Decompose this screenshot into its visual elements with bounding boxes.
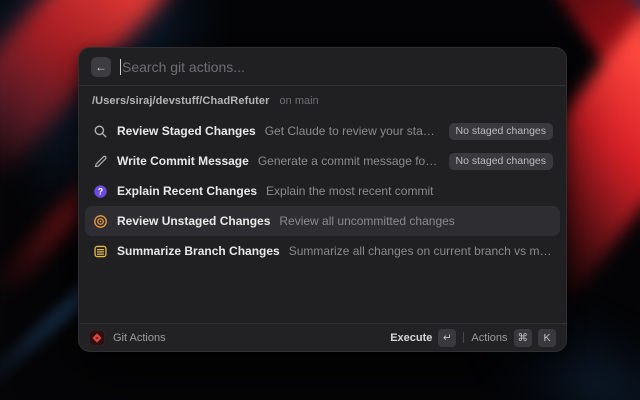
list-square-icon bbox=[92, 243, 108, 259]
back-arrow-icon: ← bbox=[95, 59, 107, 74]
action-list: Review Staged Changes Get Claude to revi… bbox=[79, 114, 566, 266]
list-item-write-commit[interactable]: Write Commit Message Generate a commit m… bbox=[85, 146, 560, 176]
action-title: Review Unstaged Changes bbox=[117, 214, 271, 228]
list-item-review-staged[interactable]: Review Staged Changes Get Claude to revi… bbox=[85, 116, 560, 146]
action-title: Summarize Branch Changes bbox=[117, 244, 280, 258]
execute-button[interactable]: Execute ↵ bbox=[390, 328, 457, 347]
list-item-summarize-branch[interactable]: Summarize Branch Changes Summarize all c… bbox=[85, 236, 560, 266]
action-subtitle: Generate a commit message for staged cha… bbox=[257, 154, 440, 168]
command-palette-window: ← /Users/siraj/devstuff/ChadRefuter on m… bbox=[78, 47, 567, 352]
footer-bar: Git Actions Execute ↵ Actions ⌘ K bbox=[79, 323, 566, 351]
extension-name: Git Actions bbox=[113, 331, 166, 344]
execute-label: Execute bbox=[390, 331, 433, 344]
search-bar: ← bbox=[79, 48, 566, 86]
k-key-icon: K bbox=[538, 328, 556, 347]
repo-path: /Users/siraj/devstuff/ChadRefuter bbox=[92, 95, 270, 107]
magnifier-icon bbox=[92, 123, 108, 139]
svg-text:?: ? bbox=[97, 186, 102, 196]
cmd-key-icon: ⌘ bbox=[513, 328, 532, 347]
target-icon bbox=[92, 213, 108, 229]
action-title: Review Staged Changes bbox=[117, 124, 256, 138]
status-badge: No staged changes bbox=[448, 152, 553, 170]
git-actions-app-icon bbox=[89, 329, 105, 346]
actions-label: Actions bbox=[471, 331, 508, 344]
search-field-wrap bbox=[120, 48, 554, 85]
repo-branch: on main bbox=[279, 95, 319, 107]
return-key-icon: ↵ bbox=[438, 328, 457, 347]
action-title: Write Commit Message bbox=[117, 154, 249, 168]
action-subtitle: Summarize all changes on current branch … bbox=[288, 244, 553, 258]
list-item-review-unstaged[interactable]: Review Unstaged Changes Review all uncom… bbox=[85, 206, 560, 236]
pencil-icon bbox=[92, 153, 108, 169]
footer-shortcuts: Execute ↵ Actions ⌘ K bbox=[390, 328, 556, 347]
footer-divider bbox=[463, 332, 465, 343]
extension-chip: Git Actions bbox=[89, 329, 166, 346]
empty-results-area bbox=[79, 266, 566, 323]
question-circle-icon: ? bbox=[92, 183, 108, 199]
status-badge: No staged changes bbox=[448, 122, 553, 140]
back-button[interactable]: ← bbox=[91, 56, 111, 77]
list-item-explain-recent[interactable]: ? Explain Recent Changes Explain the mos… bbox=[85, 176, 560, 206]
action-subtitle: Review all uncommitted changes bbox=[279, 214, 455, 228]
actions-menu-button[interactable]: Actions ⌘ K bbox=[471, 328, 556, 347]
action-subtitle: Get Claude to review your staged changes bbox=[264, 124, 440, 138]
text-caret bbox=[120, 58, 121, 75]
search-input[interactable] bbox=[122, 58, 554, 75]
action-subtitle: Explain the most recent commit bbox=[266, 184, 434, 198]
repo-context-row: /Users/siraj/devstuff/ChadRefuter on mai… bbox=[79, 88, 566, 114]
action-title: Explain Recent Changes bbox=[117, 184, 258, 198]
